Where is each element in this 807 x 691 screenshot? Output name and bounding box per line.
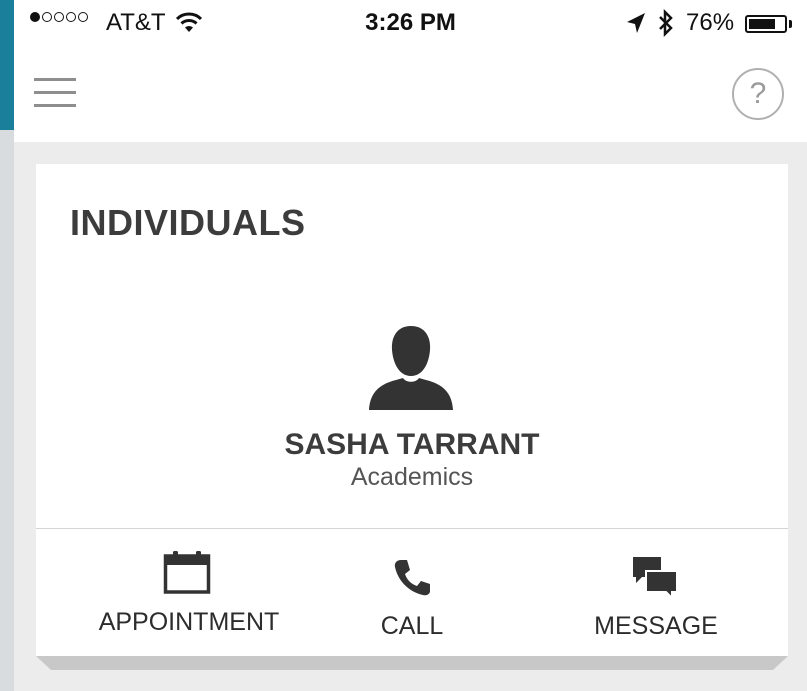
battery-icon xyxy=(745,15,787,33)
message-label: MESSAGE xyxy=(594,612,718,640)
card-title: INDIVIDUALS xyxy=(70,202,306,243)
battery-tip xyxy=(789,20,792,28)
app-header: ? xyxy=(14,46,807,142)
appointment-label: APPOINTMENT xyxy=(98,608,280,636)
status-bar: AT&T 3:26 PM 76% xyxy=(14,0,807,46)
chat-bubbles-icon xyxy=(632,556,678,603)
person-department: Academics xyxy=(350,463,474,491)
card-divider xyxy=(36,528,788,529)
calendar-icon xyxy=(163,550,211,599)
phone-screen: AT&T 3:26 PM 76% ? INDIVIDUALS SASHA TAR… xyxy=(14,0,807,691)
person-name: SASHA TARRANT xyxy=(284,428,540,461)
help-button-label: ? xyxy=(749,77,767,110)
battery-percentage: 76% xyxy=(686,9,735,36)
appointment-button[interactable]: APPOINTMENT xyxy=(56,544,322,644)
individual-card: INDIVIDUALS SASHA TARRANT Academics APPO… xyxy=(36,164,788,656)
card-shadow xyxy=(36,656,788,670)
call-button[interactable]: CALL xyxy=(322,544,502,644)
phone-icon xyxy=(392,558,432,603)
person-silhouette-icon xyxy=(366,322,456,410)
hamburger-menu-icon[interactable] xyxy=(34,76,78,112)
bluetooth-icon xyxy=(657,8,675,44)
message-button[interactable]: MESSAGE xyxy=(536,544,776,644)
call-label: CALL xyxy=(380,612,444,640)
battery-level-fill xyxy=(749,19,775,29)
location-arrow-icon xyxy=(626,12,646,41)
help-circle-icon[interactable]: ? xyxy=(732,68,784,120)
